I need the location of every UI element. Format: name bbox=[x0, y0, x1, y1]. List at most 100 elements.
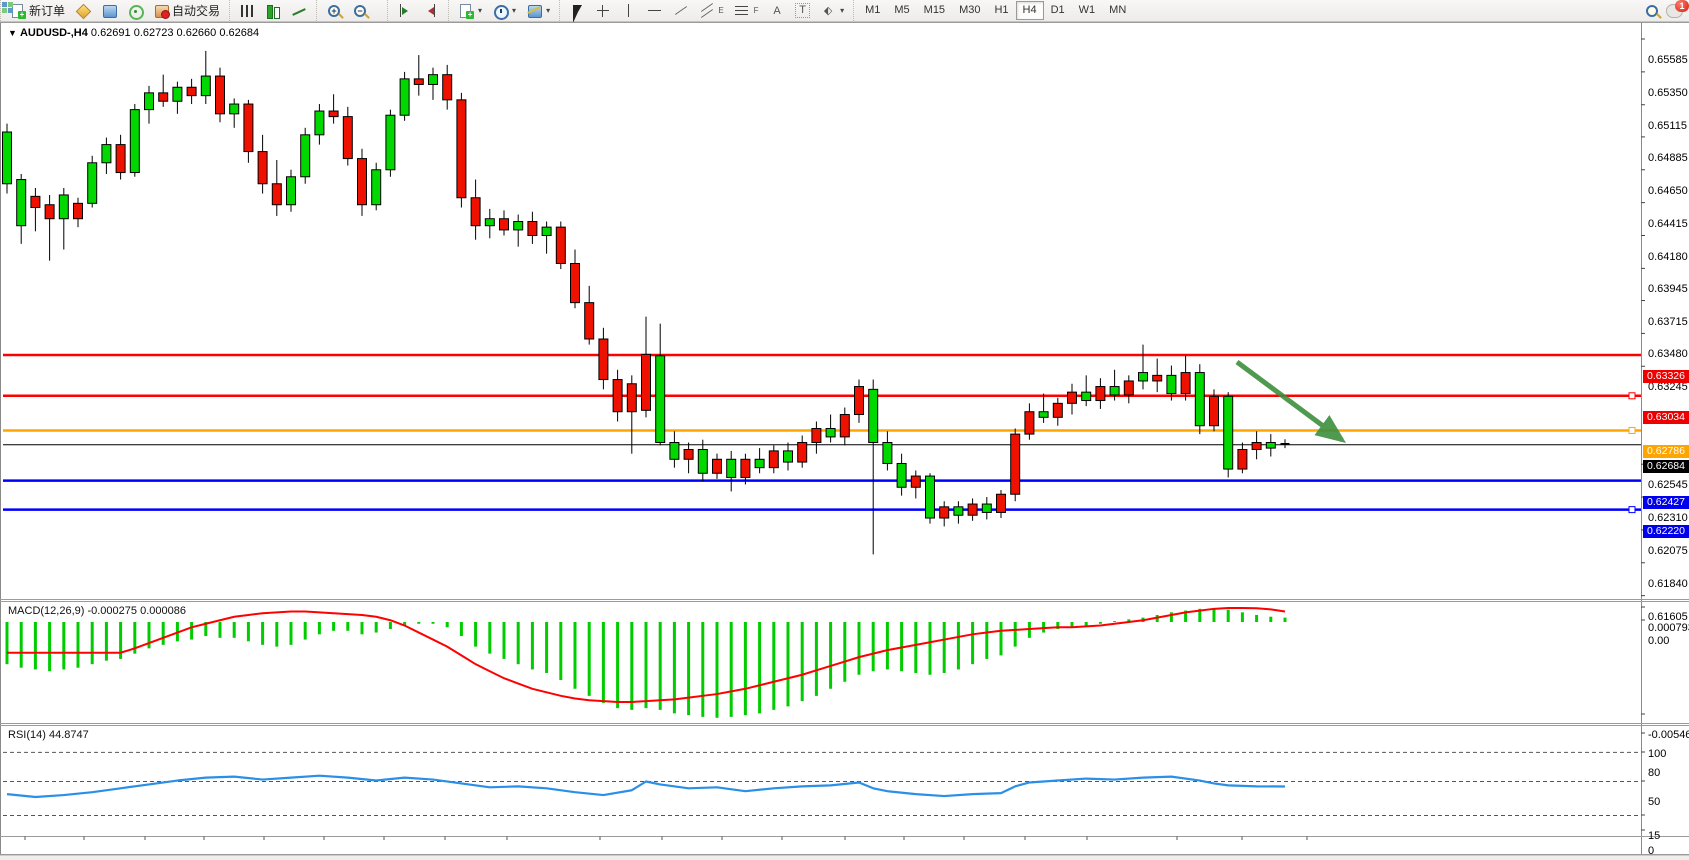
candlestick-series bbox=[3, 51, 1290, 554]
main-toolbar: + 新订单 自动交易 + − bbox=[0, 0, 1689, 22]
rsi-tick-label: 50 bbox=[1648, 796, 1660, 808]
channel-button[interactable]: E bbox=[694, 0, 729, 21]
toolbar-group-charttype bbox=[229, 0, 316, 21]
rsi-indicator bbox=[3, 752, 1641, 815]
chevron-down-icon: ▾ bbox=[478, 6, 482, 15]
timeframe-button-h4[interactable]: H4 bbox=[1016, 1, 1044, 20]
price-badge-0.63034: 0.63034 bbox=[1643, 411, 1689, 424]
macd-label: MACD(12,26,9) -0.000275 0.000086 bbox=[8, 605, 186, 617]
channel-tag: E bbox=[718, 3, 724, 19]
crosshair-icon bbox=[595, 3, 611, 19]
cursor-icon bbox=[569, 3, 585, 19]
price-tick-label: 0.64650 bbox=[1648, 185, 1688, 197]
zoom-out-button[interactable]: − bbox=[347, 0, 373, 21]
price-tick-label: 0.63480 bbox=[1648, 348, 1688, 360]
line-chart-icon bbox=[291, 3, 307, 19]
chart-title: ▼ AUDUSD-,H4 0.62691 0.62723 0.62660 0.6… bbox=[8, 27, 259, 39]
chart-canvas[interactable] bbox=[0, 22, 1689, 855]
price-tick-label: 0.64180 bbox=[1648, 251, 1688, 263]
new-chart-button[interactable]: +▾ bbox=[453, 0, 487, 21]
indicators-icon bbox=[526, 3, 542, 19]
price-tick-label: 0.61840 bbox=[1648, 578, 1688, 590]
timeframe-button-m5[interactable]: M5 bbox=[887, 1, 916, 20]
price-tick-label: 0.65115 bbox=[1648, 120, 1687, 132]
tile-windows-icon bbox=[2, 2, 14, 14]
rsi-tick-label: 80 bbox=[1648, 767, 1660, 779]
timeframe-button-h1[interactable]: H1 bbox=[987, 1, 1015, 20]
rsi-tick-label: 100 bbox=[1648, 748, 1666, 760]
macd-indicator bbox=[7, 608, 1285, 718]
bar-chart-icon bbox=[239, 3, 255, 19]
signals-button[interactable] bbox=[122, 0, 148, 21]
price-badge-0.62786: 0.62786 bbox=[1643, 445, 1689, 458]
channel-icon bbox=[699, 3, 715, 19]
text-label-button[interactable]: T bbox=[790, 0, 815, 21]
indicators-button[interactable]: ▾ bbox=[521, 0, 555, 21]
price-tick-label: 0.65350 bbox=[1648, 87, 1688, 99]
new-order-button[interactable]: + 新订单 bbox=[5, 0, 70, 21]
rsi-label: RSI(14) 44.8747 bbox=[8, 729, 89, 741]
ohlc-values: 0.62691 0.62723 0.62660 0.62684 bbox=[91, 27, 259, 39]
trendline-button[interactable] bbox=[668, 0, 694, 21]
price-tick-label: 0.64885 bbox=[1648, 152, 1688, 164]
timeframe-button-m30[interactable]: M30 bbox=[952, 1, 987, 20]
bar-chart-button[interactable] bbox=[234, 0, 260, 21]
horizontal-price-lines bbox=[3, 355, 1641, 513]
macd-tick-label: 0.00 bbox=[1648, 635, 1669, 647]
collapse-arrow-icon[interactable]: ▼ bbox=[8, 28, 17, 38]
trendline-icon bbox=[673, 3, 689, 19]
macd-tick-label: 0.000793 bbox=[1648, 622, 1689, 634]
text-button[interactable]: A bbox=[764, 0, 790, 21]
navigator-button[interactable] bbox=[96, 0, 122, 21]
tile-windows-button[interactable] bbox=[373, 0, 383, 21]
chevron-down-icon: ▾ bbox=[512, 6, 516, 15]
arrows-icon: ⬖ bbox=[820, 3, 836, 19]
notification-bubble-icon[interactable]: 1 bbox=[1666, 4, 1683, 18]
toolbar-right: 1 bbox=[1644, 3, 1689, 19]
price-badge-0.62684: 0.62684 bbox=[1643, 460, 1689, 473]
clock-icon bbox=[492, 3, 508, 19]
price-badge-0.62427: 0.62427 bbox=[1643, 496, 1689, 509]
chart-window[interactable]: ▼ AUDUSD-,H4 0.62691 0.62723 0.62660 0.6… bbox=[0, 22, 1689, 855]
fibo-tag: F bbox=[753, 3, 759, 19]
line-handle[interactable] bbox=[1629, 507, 1635, 513]
line-handle[interactable] bbox=[1629, 427, 1635, 433]
trend-arrow-annotation[interactable] bbox=[1237, 362, 1342, 440]
zoom-out-icon: − bbox=[352, 3, 368, 19]
candle-chart-icon bbox=[265, 3, 281, 19]
crosshair-button[interactable] bbox=[590, 0, 616, 21]
line-chart-button[interactable] bbox=[286, 0, 312, 21]
zoom-in-button[interactable]: + bbox=[321, 0, 347, 21]
timeframe-button-d1[interactable]: D1 bbox=[1044, 1, 1072, 20]
toolbar-group-objects: E F A T ⬖▾ bbox=[559, 0, 853, 21]
chart-shift-button[interactable] bbox=[392, 0, 418, 21]
navigator-icon bbox=[101, 3, 117, 19]
rsi-tick-label: 0 bbox=[1648, 845, 1654, 857]
mt4-application: + 新订单 自动交易 + − bbox=[0, 0, 1689, 860]
price-tick-label: 0.61605 bbox=[1648, 611, 1688, 623]
chevron-down-icon: ▾ bbox=[546, 6, 550, 15]
timeframe-button-mn[interactable]: MN bbox=[1102, 1, 1133, 20]
price-tick-label: 0.63715 bbox=[1648, 316, 1688, 328]
period-button[interactable]: ▾ bbox=[487, 0, 521, 21]
timeframe-button-m15[interactable]: M15 bbox=[917, 1, 952, 20]
price-badge-0.63326: 0.63326 bbox=[1643, 370, 1689, 383]
horizontal-line-icon bbox=[647, 3, 663, 19]
market-watch-button[interactable] bbox=[70, 0, 96, 21]
timeframe-button-m1[interactable]: M1 bbox=[858, 1, 887, 20]
cursor-button[interactable] bbox=[564, 0, 590, 21]
fibonacci-button[interactable]: F bbox=[729, 0, 764, 21]
arrows-button[interactable]: ⬖▾ bbox=[815, 0, 849, 21]
price-badge-0.62220: 0.62220 bbox=[1643, 525, 1689, 538]
horizontal-line-button[interactable] bbox=[642, 0, 668, 21]
auto-scroll-button[interactable] bbox=[418, 0, 444, 21]
vertical-line-button[interactable] bbox=[616, 0, 642, 21]
timeframe-button-w1[interactable]: W1 bbox=[1072, 1, 1103, 20]
line-handle[interactable] bbox=[1629, 393, 1635, 399]
new-order-label: 新订单 bbox=[29, 2, 65, 19]
candle-chart-button[interactable] bbox=[260, 0, 286, 21]
search-icon[interactable] bbox=[1644, 3, 1660, 19]
signals-icon bbox=[127, 3, 143, 19]
toolbar-group-zoom: + − bbox=[316, 0, 387, 21]
auto-trading-button[interactable]: 自动交易 bbox=[148, 0, 225, 21]
